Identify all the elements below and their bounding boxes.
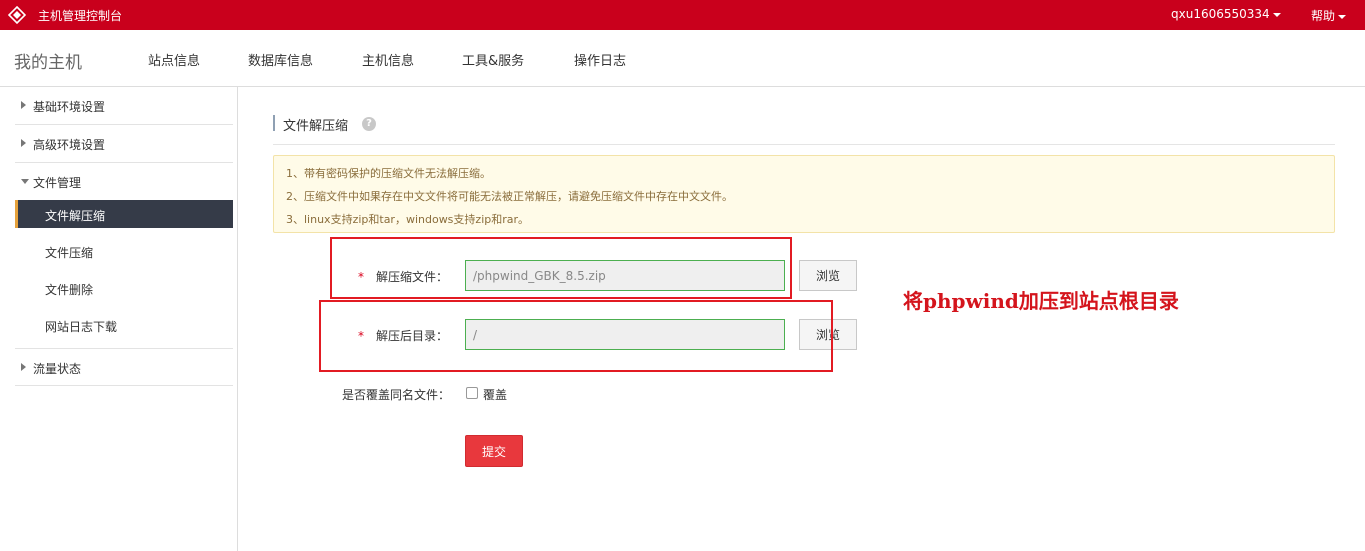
nav-item-database-info[interactable]: 数据库信息 xyxy=(248,50,313,69)
title-divider xyxy=(273,144,1335,145)
nav-item-host-info[interactable]: 主机信息 xyxy=(362,50,414,69)
sidebar-item-file-compress[interactable]: 文件压缩 xyxy=(15,237,233,265)
sidebar-group-label: 高级环境设置 xyxy=(33,138,106,152)
help-circle-icon[interactable]: ? xyxy=(362,117,376,131)
sidebar-group-label: 基础环境设置 xyxy=(33,100,106,114)
nav-item-site-info[interactable]: 站点信息 xyxy=(148,50,200,69)
sidebar-item-label: 文件压缩 xyxy=(45,246,94,260)
notice-line: 2、压缩文件中如果存在中文文件将可能无法被正常解压，请避免压缩文件中存在中文文件… xyxy=(286,190,733,203)
nav-item-operation-log[interactable]: 操作日志 xyxy=(574,50,626,69)
user-name: qxu1606550334 xyxy=(1171,7,1270,21)
sidebar-item-file-delete[interactable]: 文件删除 xyxy=(15,274,233,302)
notice-line: 1、带有密码保护的压缩文件无法解压缩。 xyxy=(286,167,491,180)
top-bar: 主机管理控制台 qxu1606550334 帮助 xyxy=(0,0,1365,30)
sidebar-item-label: 网站日志下载 xyxy=(45,320,118,334)
sidebar-item-label: 文件解压缩 xyxy=(45,209,106,223)
sidebar-item-label: 文件删除 xyxy=(45,283,94,297)
nav-bar: 我的主机 站点信息 数据库信息 主机信息 工具&服务 操作日志 xyxy=(0,30,1365,87)
brand-title: 我的主机 xyxy=(14,53,82,73)
help-menu[interactable]: 帮助 xyxy=(1311,7,1347,24)
section-title: 文件解压缩 xyxy=(273,115,348,134)
notice-box: 1、带有密码保护的压缩文件无法解压缩。 2、压缩文件中如果存在中文文件将可能无法… xyxy=(273,155,1335,233)
chevron-down-icon xyxy=(1338,14,1347,19)
annotation-box-archive xyxy=(330,237,792,299)
caret-right-icon xyxy=(21,101,26,109)
app-title: 主机管理控制台 xyxy=(38,9,123,23)
help-label: 帮助 xyxy=(1311,9,1336,23)
annotation-box-target xyxy=(319,300,833,372)
notice-line: 3、linux支持zip和tar，windows支持zip和rar。 xyxy=(286,213,530,226)
overwrite-checkbox[interactable] xyxy=(466,387,478,399)
sidebar-item-log-download[interactable]: 网站日志下载 xyxy=(15,311,233,339)
sidebar-item-file-decompress[interactable]: 文件解压缩 xyxy=(15,200,233,228)
overwrite-option-label[interactable]: 覆盖 xyxy=(483,386,507,403)
chevron-down-icon xyxy=(1272,12,1281,17)
user-menu[interactable]: qxu1606550334 xyxy=(1171,7,1281,21)
sidebar-group-label: 流量状态 xyxy=(33,362,82,376)
browse-archive-button[interactable]: 浏览 xyxy=(799,260,857,291)
nav-item-tools-services[interactable]: 工具&服务 xyxy=(462,50,524,69)
sidebar-group-basic-env[interactable]: 基础环境设置 xyxy=(15,87,233,125)
sidebar-group-traffic-status[interactable]: 流量状态 xyxy=(15,348,233,386)
caret-right-icon xyxy=(21,139,26,147)
sidebar-group-label: 文件管理 xyxy=(33,176,82,190)
submit-button[interactable]: 提交 xyxy=(465,435,523,467)
sidebar-group-advanced-env[interactable]: 高级环境设置 xyxy=(15,125,233,163)
overwrite-label: 是否覆盖同名文件： xyxy=(342,388,451,402)
caret-down-icon xyxy=(21,179,29,184)
caret-right-icon xyxy=(21,363,26,371)
sidebar-group-file-management[interactable]: 文件管理 xyxy=(15,163,233,201)
diamond-logo-icon xyxy=(8,6,26,24)
sidebar: 基础环境设置 高级环境设置 文件管理 文件解压缩 文件压缩 文件删除 网站日志下… xyxy=(0,87,238,551)
annotation-text: 将phpwind加压到站点根目录 xyxy=(903,289,1179,313)
